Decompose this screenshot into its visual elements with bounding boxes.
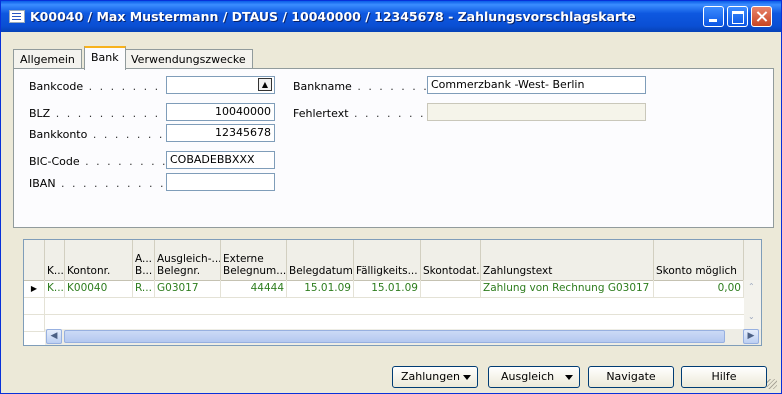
resize-grip[interactable] xyxy=(767,379,777,389)
header-faelligkeit[interactable]: Fälligkeits... xyxy=(354,240,421,280)
hilfe-button[interactable]: Hilfe xyxy=(681,366,767,388)
cell-art[interactable]: R... xyxy=(133,280,155,297)
bank-tab-panel: Bankcode . . . . . . . . . ▲ BLZ . . . .… xyxy=(13,68,774,228)
window: K00040 / Max Mustermann / DTAUS / 100400… xyxy=(0,0,782,394)
cell-skontodatum[interactable] xyxy=(421,280,481,297)
lookup-arrow-icon[interactable]: ▲ xyxy=(258,78,272,91)
tab-bank[interactable]: Bank xyxy=(84,46,126,70)
zahlungen-button[interactable]: Zahlungen xyxy=(392,366,478,388)
fehlertext-label: Fehlertext . . . . . . . . xyxy=(293,107,437,120)
vertical-scrollbar[interactable]: ⌃ ⌄ xyxy=(744,280,761,329)
cell-kontonr[interactable]: K00040 xyxy=(65,280,133,297)
header-skontodatum[interactable]: Skontodat... xyxy=(421,240,481,280)
blz-label: BLZ . . . . . . . . . . . xyxy=(29,107,172,120)
cell-skonto-moeglich[interactable]: 0,00 xyxy=(654,280,744,297)
grid-header: K... Kontonr. A... B... Ausgleich-... Be… xyxy=(24,240,761,281)
window-title: K00040 / Max Mustermann / DTAUS / 100400… xyxy=(30,9,636,24)
cell-externe-belegnr[interactable]: 44444 xyxy=(221,280,287,297)
tab-verwendungszwecke[interactable]: Verwendungszwecke xyxy=(124,49,253,69)
cell-ausgleich-belegnr[interactable]: G03017 xyxy=(155,280,221,297)
iban-label: IBAN . . . . . . . . . . xyxy=(29,177,166,190)
scroll-up-icon[interactable]: ⌃ xyxy=(748,282,755,291)
title-bar[interactable]: K00040 / Max Mustermann / DTAUS / 100400… xyxy=(1,1,781,32)
header-ausgleich-belegnr[interactable]: Ausgleich-... Belegnr. xyxy=(155,240,221,280)
tab-allgemein[interactable]: Allgemein xyxy=(13,49,82,69)
table-row[interactable]: ▶ K... K00040 R... G03017 44444 15.01.09… xyxy=(24,280,744,298)
header-skonto-moeglich[interactable]: Skonto möglich xyxy=(654,240,744,280)
chevron-down-icon xyxy=(463,375,471,380)
navigate-label: Navigate xyxy=(606,370,656,383)
header-zahlungstext[interactable]: Zahlungstext xyxy=(481,240,654,280)
header-row-marker xyxy=(24,240,45,280)
row-selector-icon[interactable]: ▶ xyxy=(24,280,45,297)
hilfe-label: Hilfe xyxy=(711,370,737,383)
header-externe-belegnr[interactable]: Externe Belegnum... xyxy=(221,240,287,280)
chevron-down-icon xyxy=(565,375,573,380)
cell-k[interactable]: K... xyxy=(45,280,65,297)
bic-code-field[interactable]: COBADEBBXXX xyxy=(166,151,275,169)
bankcode-label: Bankcode . . . . . . . . . xyxy=(29,80,183,93)
navigate-button[interactable]: Navigate xyxy=(588,366,674,388)
fehlertext-field xyxy=(427,103,646,121)
cell-belegdatum[interactable]: 15.01.09 xyxy=(287,280,354,297)
table-row-empty[interactable] xyxy=(24,297,744,315)
cell-faelligkeit[interactable]: 15.01.09 xyxy=(354,280,421,297)
empty-cell xyxy=(24,297,45,314)
ausgleich-label: Ausgleich xyxy=(501,370,555,383)
header-kontonr[interactable]: Kontonr. xyxy=(65,240,133,280)
scroll-left-icon[interactable]: ◀ xyxy=(46,329,62,344)
empty-cell xyxy=(24,314,45,331)
bankname-field[interactable]: Commerzbank -West- Berlin xyxy=(427,76,646,94)
bankkonto-field[interactable]: 12345678 xyxy=(166,124,275,142)
bankkonto-label: Bankkonto . . . . . . . . xyxy=(29,128,176,141)
payment-lines-grid: K... Kontonr. A... B... Ausgleich-... Be… xyxy=(23,239,762,346)
iban-field[interactable] xyxy=(166,173,275,191)
header-art[interactable]: A... B... xyxy=(133,240,155,280)
bic-code-label: BIC-Code . . . . . . . . xyxy=(29,155,168,168)
ausgleich-button[interactable]: Ausgleich xyxy=(488,366,580,388)
blz-field[interactable]: 10040000 xyxy=(166,103,275,121)
bankcode-field[interactable]: ▲ xyxy=(166,76,275,94)
scroll-thumb[interactable] xyxy=(64,330,725,343)
cell-zahlungstext[interactable]: Zahlung von Rechnung G03017 xyxy=(481,280,654,297)
card-icon xyxy=(9,10,25,23)
header-belegdatum[interactable]: Belegdatum xyxy=(287,240,354,280)
bankname-label: Bankname . . . . . . . . xyxy=(293,80,440,93)
horizontal-scrollbar[interactable]: ◀ ▶ xyxy=(45,329,761,345)
maximize-button[interactable] xyxy=(727,6,748,27)
scroll-right-icon[interactable]: ▶ xyxy=(743,329,759,344)
minimize-button[interactable] xyxy=(703,6,724,27)
header-k[interactable]: K... xyxy=(45,240,65,280)
close-button[interactable] xyxy=(751,6,772,27)
zahlungen-label: Zahlungen xyxy=(401,370,460,383)
scroll-down-icon[interactable]: ⌄ xyxy=(748,312,755,321)
